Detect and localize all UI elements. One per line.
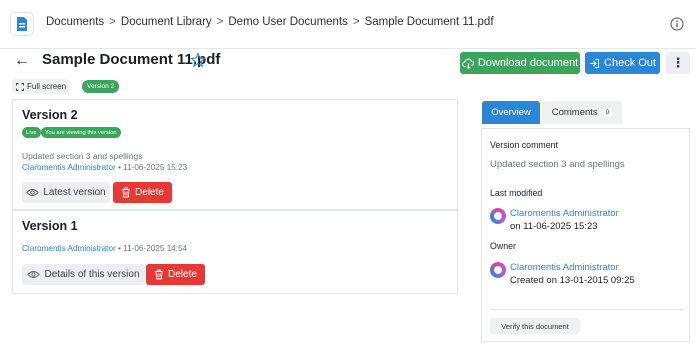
tab-comments[interactable]: Comments 0	[542, 101, 622, 124]
last-modified-author-link[interactable]: Claromentis Administrator	[510, 208, 619, 219]
check-out-icon	[590, 58, 600, 68]
download-document-button[interactable]: Download document	[460, 52, 580, 74]
viewing-version-badge: You are viewing this version	[41, 127, 121, 138]
overview-panel: Version comment Updated section 3 and sp…	[481, 128, 690, 342]
version-author-link[interactable]: Claromentis Administrator	[22, 163, 116, 172]
owner-created-date: Created on 13-01-2015 09:25	[510, 275, 635, 286]
comments-count-badge: 0	[602, 108, 613, 117]
breadcrumb: Documents > Document Library > Demo User Doc…	[46, 16, 494, 28]
version-card: Version 2 Live You are viewing this vers…	[12, 99, 458, 210]
more-options-button[interactable]: ⋮	[666, 52, 690, 74]
trash-icon	[122, 187, 131, 198]
owner-name-link[interactable]: Claromentis Administrator	[510, 262, 619, 273]
breadcrumb-separator: >	[216, 16, 224, 28]
version-meta: Claromentis Administrator • 11-06-2025 1…	[22, 163, 187, 172]
delete-label: Delete	[135, 187, 164, 198]
breadcrumb-separator: >	[352, 16, 360, 28]
back-arrow-icon[interactable]: ←	[14, 53, 30, 69]
breadcrumb-demo-user-documents[interactable]: Demo User Documents	[228, 16, 348, 28]
verify-document-button[interactable]: Verify this document	[490, 318, 580, 334]
expand-icon	[16, 82, 24, 91]
details-of-version-label: Details of this version	[44, 269, 140, 280]
version-title: Version 2	[22, 108, 78, 122]
version-comment: Updated section 3 and spellings	[22, 151, 143, 161]
trash-icon	[155, 269, 164, 280]
eye-icon	[26, 189, 40, 196]
version-card: Version 1 Claromentis Administrator • 11…	[12, 210, 458, 294]
eye-icon	[27, 271, 41, 278]
avatar	[490, 262, 506, 278]
kebab-icon: ⋮	[671, 55, 685, 70]
breadcrumb-documents[interactable]: Documents	[46, 16, 104, 28]
avatar	[490, 208, 506, 224]
latest-version-button[interactable]: Latest version	[22, 182, 110, 203]
download-label: Download document	[477, 57, 579, 69]
breadcrumb-document-library[interactable]: Document Library	[121, 16, 212, 28]
document-app-icon[interactable]	[10, 12, 34, 36]
top-bar: Documents > Document Library > Demo User Doc…	[0, 0, 696, 49]
version-comment-text: Updated section 3 and spellings	[490, 159, 625, 170]
full-screen-button[interactable]: Full screen	[12, 79, 71, 94]
star-icon[interactable]	[190, 52, 206, 68]
tab-overview[interactable]: Overview	[482, 101, 540, 124]
version-meta: Claromentis Administrator • 11-06-2025 1…	[22, 244, 187, 253]
live-badge: Live	[22, 127, 41, 138]
check-out-button[interactable]: Check Out	[585, 52, 660, 74]
tab-comments-label: Comments	[551, 107, 598, 118]
version-author-link[interactable]: Claromentis Administrator	[22, 244, 116, 253]
owner-label: Owner	[490, 241, 516, 251]
divider	[490, 309, 683, 310]
version-title: Version 1	[22, 219, 78, 233]
delete-version-button[interactable]: Delete	[146, 264, 205, 285]
full-screen-label: Full screen	[27, 82, 67, 91]
delete-label: Delete	[168, 269, 197, 280]
last-modified-label: Last modified	[490, 188, 543, 198]
details-of-version-button[interactable]: Details of this version	[22, 264, 145, 285]
latest-version-label: Latest version	[43, 187, 106, 198]
version-badge: Version 2	[82, 80, 120, 93]
delete-version-button[interactable]: Delete	[113, 182, 172, 203]
last-modified-date: on 11-06-2025 15:23	[510, 221, 598, 232]
version-date: • 11-06-2025 15:23	[115, 163, 188, 172]
check-out-label: Check Out	[604, 57, 656, 69]
cloud-download-icon	[462, 58, 474, 69]
info-icon[interactable]	[670, 17, 684, 31]
version-date: • 11-06-2025 14:54	[115, 244, 188, 253]
breadcrumb-current-document: Sample Document 11.pdf	[364, 16, 494, 28]
version-comment-label: Version comment	[490, 140, 558, 150]
breadcrumb-separator: >	[109, 16, 116, 28]
